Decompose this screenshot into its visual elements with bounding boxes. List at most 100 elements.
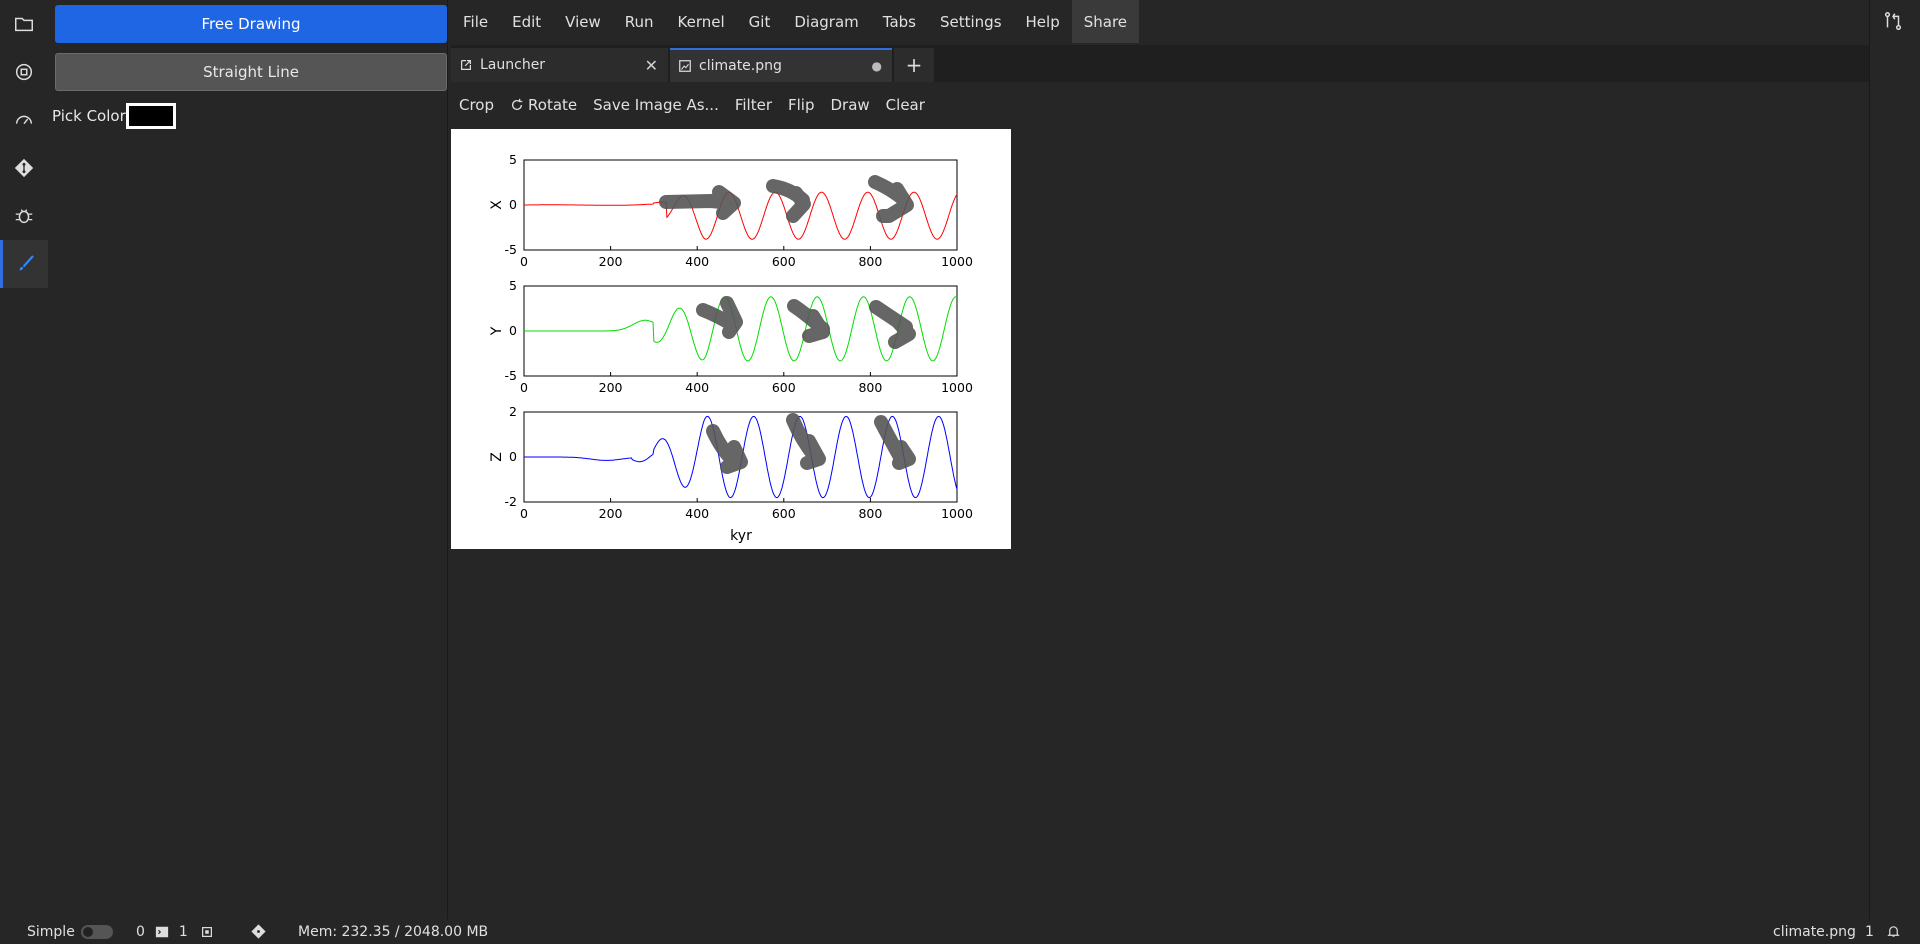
x-axis-label: kyr (730, 528, 752, 544)
x-tick-label: 1000 (941, 506, 973, 521)
image-canvas[interactable]: 5 0 -5 X 0 200 400 600 800 1000 5 0 -5 Y 0 200 400 600 800… (451, 129, 1011, 549)
image-editor-brush-icon[interactable] (0, 240, 48, 288)
x-tick-label: 800 (858, 506, 882, 521)
rotate-button[interactable]: Rotate (502, 96, 585, 114)
add-tab-button[interactable]: + (894, 48, 934, 82)
x-tick-label: 400 (685, 380, 709, 395)
x-tick-label: 0 (520, 254, 528, 269)
simple-mode-toggle[interactable]: Simple (27, 924, 113, 940)
cpu-icon (201, 926, 212, 937)
y-tick-label: 2 (509, 404, 517, 419)
x-tick-label: 0 (520, 380, 528, 395)
y-tick-label: 0 (509, 323, 517, 338)
x-tick-label: 800 (858, 254, 882, 269)
close-icon[interactable]: ✕ (645, 56, 658, 75)
tab-launcher[interactable]: Launcher ✕ (451, 48, 668, 82)
menu-share[interactable]: Share (1071, 0, 1140, 43)
tab-climate-png[interactable]: climate.png ● (670, 48, 892, 82)
filter-button[interactable]: Filter (727, 96, 780, 114)
git-diff-icon[interactable] (1882, 10, 1904, 32)
simple-mode-label: Simple (27, 923, 75, 940)
terminal-icon (155, 926, 169, 937)
drawn-arrow-stroke (696, 296, 743, 339)
right-sidebar (1869, 0, 1920, 919)
notification-bell-icon[interactable] (1886, 924, 1901, 939)
pick-color-label: Pick Color (52, 107, 126, 125)
x-tick-label: 200 (599, 380, 623, 395)
property-inspector-icon[interactable] (0, 96, 48, 144)
pick-color-row: Pick Color (52, 103, 176, 129)
drawn-arrow-stroke (787, 299, 830, 343)
pick-color-swatch[interactable] (125, 103, 176, 129)
series-line-Y (524, 296, 958, 362)
crop-button[interactable]: Crop (451, 96, 502, 114)
y-axis-label: Y (489, 326, 505, 336)
memory-usage: Mem: 232.35 / 2048.00 MB (298, 923, 489, 940)
y-tick-label: 5 (509, 278, 517, 293)
menu-diagram[interactable]: Diagram (782, 0, 870, 43)
tab-climate-label: climate.png (699, 58, 782, 74)
terminal-count-value: 1 (178, 923, 188, 940)
status-bar: Simple 0 1 Mem: 232.35 / 2048.00 MB clim… (0, 919, 1920, 944)
y-tick-label: -5 (505, 242, 517, 257)
y-axis-label: Z (489, 452, 505, 462)
menu-settings[interactable]: Settings (928, 0, 1014, 43)
x-tick-label: 1000 (941, 254, 973, 269)
drawn-arrow-stroke (659, 185, 741, 220)
x-tick-label: 0 (520, 506, 528, 521)
activity-bar (0, 0, 48, 919)
drawn-arrow-stroke (868, 175, 914, 223)
x-tick-label: 600 (772, 380, 796, 395)
save-image-as-button[interactable]: Save Image As... (585, 96, 727, 114)
menu-kernel[interactable]: Kernel (666, 0, 737, 43)
menu-edit[interactable]: Edit (500, 0, 553, 43)
menu-git[interactable]: Git (737, 0, 783, 43)
menu-file[interactable]: File (451, 0, 500, 43)
rotate-label: Rotate (528, 96, 578, 114)
draw-tools-panel: Free Drawing Straight Line Pick Color (48, 0, 448, 919)
debugger-icon[interactable] (0, 192, 48, 240)
menu-tabs[interactable]: Tabs (871, 0, 928, 43)
y-tick-label: 0 (509, 197, 517, 212)
y-tick-label: 5 (509, 152, 517, 167)
file-browser-icon[interactable] (0, 0, 48, 48)
drawn-arrow-stroke (706, 424, 748, 474)
running-sessions-icon[interactable] (0, 48, 48, 96)
status-line: 1 (1865, 923, 1874, 940)
menu-help[interactable]: Help (1014, 0, 1072, 43)
clear-button[interactable]: Clear (878, 96, 933, 114)
x-tick-label: 200 (599, 254, 623, 269)
tab-launcher-label: Launcher (480, 57, 546, 73)
x-tick-label: 200 (599, 506, 623, 521)
drawn-arrow-stroke (869, 300, 916, 349)
straight-line-button[interactable]: Straight Line (55, 53, 447, 91)
menubar: File Edit View Run Kernel Git Diagram Ta… (451, 0, 1140, 43)
document-tab-bar: Launcher ✕ climate.png ● + (451, 45, 1870, 82)
climate-chart: 50-5X0 200 400 600 800 100050-5Y0 200 400 600 800… (489, 152, 973, 544)
menu-view[interactable]: View (553, 0, 613, 43)
flip-button[interactable]: Flip (780, 96, 822, 114)
x-tick-label: 600 (772, 254, 796, 269)
git-icon[interactable] (0, 144, 48, 192)
rotate-icon (512, 98, 523, 111)
toggle-switch[interactable] (80, 924, 113, 939)
x-tick-label: 400 (685, 254, 709, 269)
image-toolbar: Crop Rotate Save Image As... Filter Flip… (451, 84, 933, 126)
y-axis-label: X (489, 200, 505, 210)
git-status-icon[interactable] (250, 923, 267, 940)
x-tick-label: 800 (858, 380, 882, 395)
image-file-icon (679, 60, 691, 72)
x-tick-label: 400 (685, 506, 709, 521)
menu-run[interactable]: Run (613, 0, 666, 43)
kernel-count-value: 0 (136, 923, 145, 940)
free-drawing-button[interactable]: Free Drawing (55, 5, 447, 43)
y-tick-label: -2 (505, 494, 517, 509)
drawn-arrow-stroke (786, 413, 826, 470)
y-tick-label: 0 (509, 449, 517, 464)
status-filename: climate.png (1773, 923, 1856, 940)
modified-dot-icon[interactable]: ● (872, 59, 882, 73)
drawn-arrow-stroke (766, 179, 811, 223)
drawn-arrow-stroke (874, 415, 916, 470)
draw-button[interactable]: Draw (822, 96, 877, 114)
kernel-count[interactable]: 0 1 (136, 924, 214, 940)
